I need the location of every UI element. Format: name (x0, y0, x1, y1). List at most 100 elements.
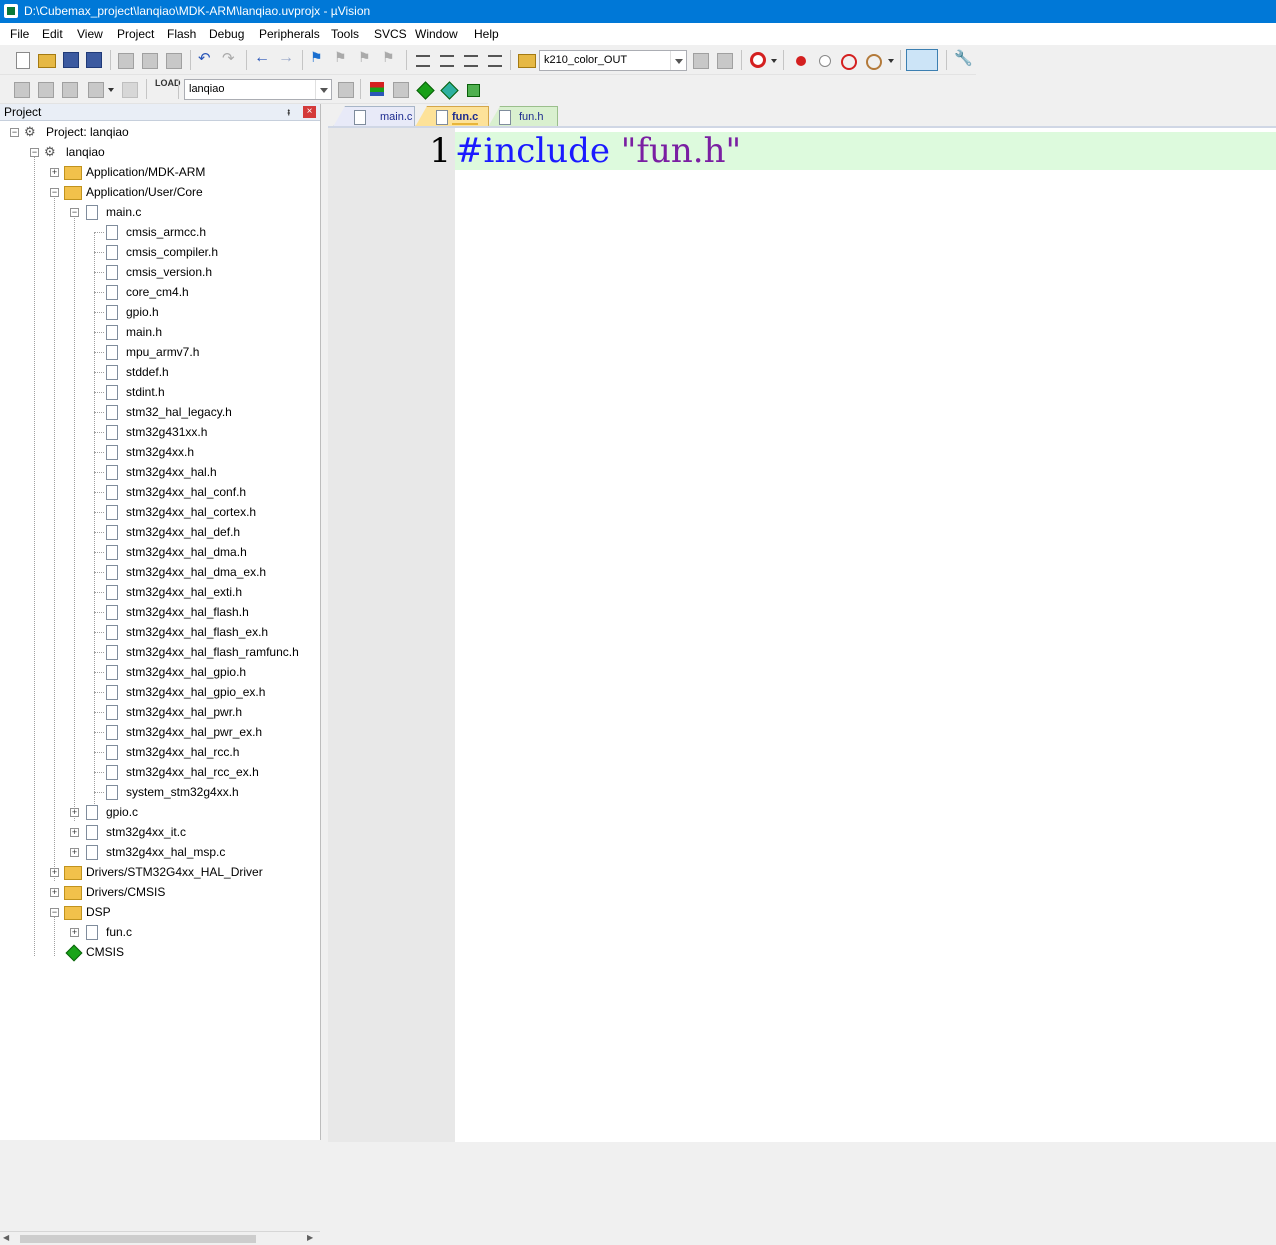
horizontal-scrollbar[interactable]: ◀ ▶ (0, 1231, 320, 1245)
tree-item[interactable]: cmsis_armcc.h (0, 223, 318, 243)
tree-item[interactable]: core_cm4.h (0, 283, 318, 303)
save-icon[interactable] (63, 52, 79, 68)
tree-item[interactable]: stm32g4xx_hal_dma_ex.h (0, 563, 318, 583)
tab-fun-h[interactable]: fun.h (488, 106, 558, 127)
expand-icon[interactable]: + (70, 928, 79, 937)
menu-edit[interactable]: Edit (42, 27, 63, 41)
indent-icon[interactable] (416, 55, 430, 67)
expand-icon[interactable]: + (50, 168, 59, 177)
tree-item[interactable]: stm32g431xx.h (0, 423, 318, 443)
tree-item[interactable]: stddef.h (0, 363, 318, 383)
pack-installer-icon[interactable] (440, 81, 459, 100)
paste-icon[interactable] (166, 53, 182, 69)
enable-breakpoint-icon[interactable] (819, 55, 831, 67)
tree-item[interactable]: − ⚙ lanqiao (0, 143, 318, 163)
clear-bookmarks-icon[interactable]: ⚑ (382, 49, 400, 67)
rebuild-icon[interactable] (62, 82, 78, 98)
tree-item[interactable]: − ⚙ Project: lanqiao (0, 123, 318, 143)
tree-item[interactable]: stm32g4xx_hal_gpio_ex.h (0, 683, 318, 703)
configure-icon[interactable]: 🔧 (954, 49, 973, 67)
translate-icon[interactable] (14, 82, 30, 98)
tree-item[interactable]: − main.c (0, 203, 318, 223)
scrollbar-thumb[interactable] (20, 1235, 256, 1243)
collapse-icon[interactable]: − (70, 208, 79, 217)
tree-item[interactable]: main.h (0, 323, 318, 343)
tree-item[interactable]: stm32g4xx.h (0, 443, 318, 463)
tree-item[interactable]: stm32g4xx_hal_flash.h (0, 603, 318, 623)
device-database-icon[interactable] (467, 84, 480, 97)
tree-item[interactable]: stm32g4xx_hal_exti.h (0, 583, 318, 603)
tree-item[interactable]: stm32g4xx_hal.h (0, 463, 318, 483)
menu-file[interactable]: File (10, 27, 29, 41)
expand-icon[interactable]: + (50, 888, 59, 897)
cut-icon[interactable] (118, 53, 134, 69)
tree-item[interactable]: CMSIS (0, 943, 318, 963)
debug-session-icon[interactable] (750, 52, 766, 68)
copy-icon[interactable] (142, 53, 158, 69)
menu-window[interactable]: Window (415, 27, 458, 41)
tree-item[interactable]: stm32g4xx_hal_cortex.h (0, 503, 318, 523)
target-options-icon[interactable] (338, 82, 354, 98)
tree-item[interactable]: stm32g4xx_hal_def.h (0, 523, 318, 543)
chevron-down-icon[interactable] (670, 51, 686, 70)
save-all-icon[interactable] (86, 52, 102, 68)
pane-splitter[interactable] (321, 104, 327, 1140)
menu-tools[interactable]: Tools (331, 27, 359, 41)
tree-item[interactable]: + fun.c (0, 923, 318, 943)
menu-help[interactable]: Help (474, 27, 499, 41)
tree-item[interactable]: stm32g4xx_hal_dma.h (0, 543, 318, 563)
open-file-icon[interactable] (38, 54, 56, 68)
uncomment-icon[interactable] (488, 55, 502, 67)
tree-item[interactable]: stm32g4xx_hal_pwr_ex.h (0, 723, 318, 743)
tree-item[interactable]: stm32g4xx_hal_gpio.h (0, 663, 318, 683)
navigate-back-icon[interactable]: ← (254, 49, 272, 67)
tree-item[interactable]: + gpio.c (0, 803, 318, 823)
next-bookmark-icon[interactable]: ⚑ (358, 49, 376, 67)
tree-item[interactable]: mpu_armv7.h (0, 343, 318, 363)
window-layout-icon[interactable] (906, 49, 938, 71)
find-in-files-icon[interactable] (518, 54, 536, 68)
chevron-down-icon[interactable] (888, 59, 894, 63)
tree-item[interactable]: stm32_hal_legacy.h (0, 403, 318, 423)
redo-icon[interactable]: ↷ (222, 49, 240, 67)
build-icon[interactable] (38, 82, 54, 98)
prev-bookmark-icon[interactable]: ⚑ (334, 49, 352, 67)
select-packs-icon[interactable] (393, 82, 409, 98)
tab-main-c[interactable]: main.c (333, 106, 415, 127)
target-combo[interactable]: lanqiao (184, 79, 332, 100)
bookmark-icon[interactable]: ⚑ (310, 49, 328, 67)
tree-item[interactable]: − DSP (0, 903, 318, 923)
tab-fun-c[interactable]: fun.c (415, 106, 489, 127)
comment-icon[interactable] (464, 55, 478, 67)
navigate-forward-icon[interactable]: → (278, 49, 296, 67)
expand-icon[interactable]: + (50, 868, 59, 877)
collapse-icon[interactable]: − (50, 188, 59, 197)
find-combo[interactable]: k210_color_OUT (539, 50, 687, 71)
chevron-down-icon[interactable] (108, 88, 114, 92)
batch-build-icon[interactable] (88, 82, 104, 98)
tree-item[interactable]: stm32g4xx_hal_rcc.h (0, 743, 318, 763)
tree-item[interactable]: gpio.h (0, 303, 318, 323)
menu-view[interactable]: View (77, 27, 103, 41)
line-number-gutter[interactable] (328, 128, 455, 1142)
tree-item[interactable]: stdint.h (0, 383, 318, 403)
collapse-icon[interactable]: − (30, 148, 39, 157)
tree-item[interactable]: − Application/User/Core (0, 183, 318, 203)
load-icon[interactable]: LOAD (155, 79, 181, 97)
undo-icon[interactable]: ↶ (198, 49, 216, 67)
code-editor[interactable]: 1 #include "fun.h" (328, 126, 1276, 1142)
close-icon[interactable]: × (303, 106, 316, 118)
tree-item[interactable]: + Drivers/CMSIS (0, 883, 318, 903)
tree-item[interactable]: + stm32g4xx_hal_msp.c (0, 843, 318, 863)
scroll-right-icon[interactable]: ▶ (307, 1233, 313, 1242)
unindent-icon[interactable] (440, 55, 454, 67)
expand-icon[interactable]: + (70, 808, 79, 817)
disable-breakpoints-icon[interactable] (841, 54, 857, 70)
tree-item[interactable]: + stm32g4xx_it.c (0, 823, 318, 843)
code-line[interactable]: #include "fun.h" (455, 132, 741, 170)
expand-icon[interactable]: + (70, 828, 79, 837)
tree-item[interactable]: cmsis_compiler.h (0, 243, 318, 263)
menu-project[interactable]: Project (117, 27, 154, 41)
menu-svcs[interactable]: SVCS (374, 27, 407, 41)
collapse-icon[interactable]: − (10, 128, 19, 137)
